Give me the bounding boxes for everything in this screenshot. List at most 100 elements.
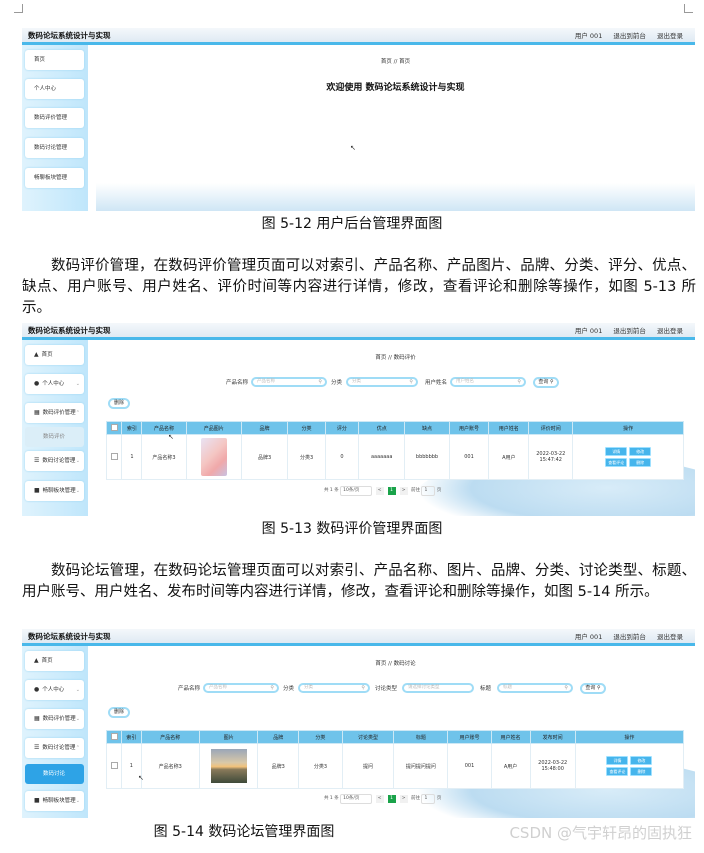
sidebar-item-chat-mgmt[interactable]: ■ 畅聊板块管理 ⌄	[25, 481, 84, 501]
goto-input[interactable]: 1	[421, 486, 436, 496]
next-page-button[interactable]: >	[399, 487, 408, 495]
sidebar-item-profile[interactable]: ● 个人中心 ⌄	[25, 374, 84, 394]
sidebar-item-chat-mgmt[interactable]: ■ 畅聊板块管理 ⌄	[25, 791, 84, 811]
view-comments-button[interactable]: 查看评论	[606, 767, 629, 776]
sidebar-item-home[interactable]: ▲ 首页	[25, 651, 84, 671]
welcome-heading: 欢迎使用 数码论坛系统设计与实现	[326, 83, 465, 93]
sidebar-item-review[interactable]: 数码评价	[25, 427, 84, 447]
sidebar-item-chat-mgmt[interactable]: 畅聊板块管理	[25, 168, 84, 188]
back-to-front-link[interactable]: 退出到前台	[613, 32, 646, 40]
sidebar-item-review-mgmt[interactable]: 数码评价管理	[25, 108, 84, 128]
chevron-down-icon: ⌄	[75, 798, 80, 804]
top-bar: 数码论坛系统设计与实现 用户 001 退出到前台 退出登录	[22, 323, 695, 340]
category-input[interactable]: 分类 ⚲	[298, 683, 370, 693]
search-button[interactable]: 查询 ⚲	[580, 683, 606, 694]
sidebar-item-profile[interactable]: ● 个人中心 ⌄	[25, 680, 84, 700]
total-count: 共 1 条	[324, 488, 339, 493]
column-header: 缺点	[404, 421, 450, 435]
view-comments-button[interactable]: 查看评论	[605, 458, 628, 467]
next-page-button[interactable]: >	[399, 795, 408, 803]
delete-button[interactable]: 删除	[108, 398, 130, 409]
sidebar-item-discussion-mgmt[interactable]: ☰ 数码讨论管理 ⌃	[25, 738, 84, 758]
user-link[interactable]: 用户 001	[575, 327, 602, 335]
detail-button[interactable]: 详情	[605, 447, 628, 456]
page-button[interactable]: 1	[387, 487, 396, 495]
app-title: 数码论坛系统设计与实现	[28, 632, 111, 641]
sidebar-item-review-mgmt[interactable]: ▦ 数码评价管理 ⌃	[25, 403, 84, 423]
page-corner-mark	[14, 4, 23, 13]
edit-button[interactable]: 修改	[629, 447, 652, 456]
prev-page-button[interactable]: <	[375, 487, 384, 495]
delete-row-button[interactable]: 删除	[630, 767, 653, 776]
discussion-type-select[interactable]: 请选择讨论类型	[402, 683, 474, 693]
category-input[interactable]: 分类 ⚲	[346, 377, 418, 387]
select-all-checkbox[interactable]	[105, 421, 123, 435]
page-size-select[interactable]: 10条/页	[340, 486, 373, 496]
delete-button[interactable]: 删除	[108, 707, 130, 718]
user-link[interactable]: 用户 001	[575, 633, 602, 641]
column-header: 评分	[324, 421, 359, 435]
row-checkbox[interactable]	[105, 743, 123, 789]
prev-page-button[interactable]: <	[375, 795, 384, 803]
sidebar-item-discussion[interactable]: 数码讨论	[25, 764, 84, 784]
sidebar-item-review-mgmt[interactable]: ▦ 数码评价管理 ⌄	[25, 709, 84, 729]
cell-title: 提问提问提问	[393, 743, 449, 789]
title-label: 标题	[480, 686, 492, 692]
user-link[interactable]: 用户 001	[575, 32, 602, 40]
goto-input[interactable]: 1	[421, 794, 436, 804]
review-table: 索引 产品名称 产品图片 品牌 分类 评分 优点 缺点 用户账号 用户姓名 评价…	[105, 421, 684, 480]
back-to-front-link[interactable]: 退出到前台	[613, 327, 646, 335]
cell-ops: 详情 修改 查看评论 删除	[572, 434, 684, 480]
paragraph: 数码评价管理，在数码评价管理页面可以对索引、产品名称、产品图片、品牌、分类、评分…	[22, 258, 696, 316]
sidebar-item-home[interactable]: ▲ 首页	[25, 345, 84, 365]
sidebar-item-label: 畅聊板块管理	[42, 488, 76, 494]
folder-icon: ■	[34, 797, 40, 804]
sidebar-item-label: 个人中心	[42, 381, 65, 387]
logout-link[interactable]: 退出登录	[657, 327, 683, 335]
column-header: 品牌	[257, 730, 300, 744]
title-input[interactable]: 标题 ⚲	[497, 683, 573, 693]
top-bar: 数码论坛系统设计与实现 用户 001 退出到前台 退出登录	[22, 629, 695, 646]
figure-caption: 图 5-13 数码评价管理界面图	[261, 521, 443, 537]
product-name-input[interactable]: 产品名称 ⚲	[251, 377, 327, 387]
edit-button[interactable]: 修改	[630, 756, 653, 765]
product-name-input[interactable]: 产品名称 ⚲	[203, 683, 279, 693]
column-header: 操作	[574, 730, 685, 744]
page-size-select[interactable]: 10条/页	[340, 794, 373, 804]
cell-brand: 品牌3	[240, 434, 289, 480]
search-button-label: 查询	[538, 379, 549, 385]
delete-row-button[interactable]: 删除	[629, 458, 652, 467]
chevron-up-icon: ⌃	[75, 410, 80, 416]
select-all-checkbox[interactable]	[105, 730, 123, 744]
column-header: 分类	[287, 421, 326, 435]
placeholder: 用户姓名	[456, 379, 474, 384]
pagination: 共 1 条 10条/页 <1 > 前往 1 页	[324, 794, 441, 804]
sidebar-item-discussion-mgmt[interactable]: 数码讨论管理	[25, 138, 84, 158]
placeholder: 分类	[352, 379, 361, 384]
search-icon: ⚲	[270, 685, 274, 691]
cell-username: A用户	[488, 434, 530, 480]
product-name-label: 产品名称	[226, 380, 249, 386]
row-checkbox[interactable]	[105, 434, 123, 480]
cell-index: 1	[121, 434, 143, 480]
sidebar: ▲ 首页 ● 个人中心 ⌄ ▦ 数码评价管理 ⌄ ☰ 数码讨论管理 ⌃ 数码讨论 ■ 畅聊板块管…	[22, 646, 88, 818]
sidebar-item-discussion-mgmt[interactable]: ☰ 数码讨论管理 ⌄	[25, 451, 84, 471]
logout-link[interactable]: 退出登录	[657, 633, 683, 641]
detail-button[interactable]: 详情	[606, 756, 629, 765]
table-header-row: 索引 产品名称 产品图片 品牌 分类 评分 优点 缺点 用户账号 用户姓名 评价…	[105, 421, 684, 435]
cell-username: A用户	[490, 743, 531, 789]
sidebar-item-profile[interactable]: 个人中心	[25, 79, 84, 99]
breadcrumb: 首页 // 首页	[380, 59, 411, 65]
sidebar-item-home[interactable]: 首页	[25, 50, 84, 70]
back-to-front-link[interactable]: 退出到前台	[613, 633, 646, 641]
search-button[interactable]: 查询 ⚲	[533, 377, 559, 388]
phone-image	[200, 438, 227, 476]
page-button[interactable]: 1	[387, 795, 396, 803]
user-name-input[interactable]: 用户姓名 ⚲	[450, 377, 526, 387]
sidebar: ▲ 首页 ● 个人中心 ⌄ ▦ 数码评价管理 ⌃ 数码评价 ☰ 数码讨论管理 ⌄ ■ 畅聊板块管…	[22, 340, 88, 516]
product-image	[185, 434, 242, 480]
column-header: 索引	[121, 730, 142, 744]
chevron-up-icon: ⌃	[75, 745, 80, 751]
column-header: 操作	[572, 421, 684, 435]
logout-link[interactable]: 退出登录	[657, 32, 683, 40]
